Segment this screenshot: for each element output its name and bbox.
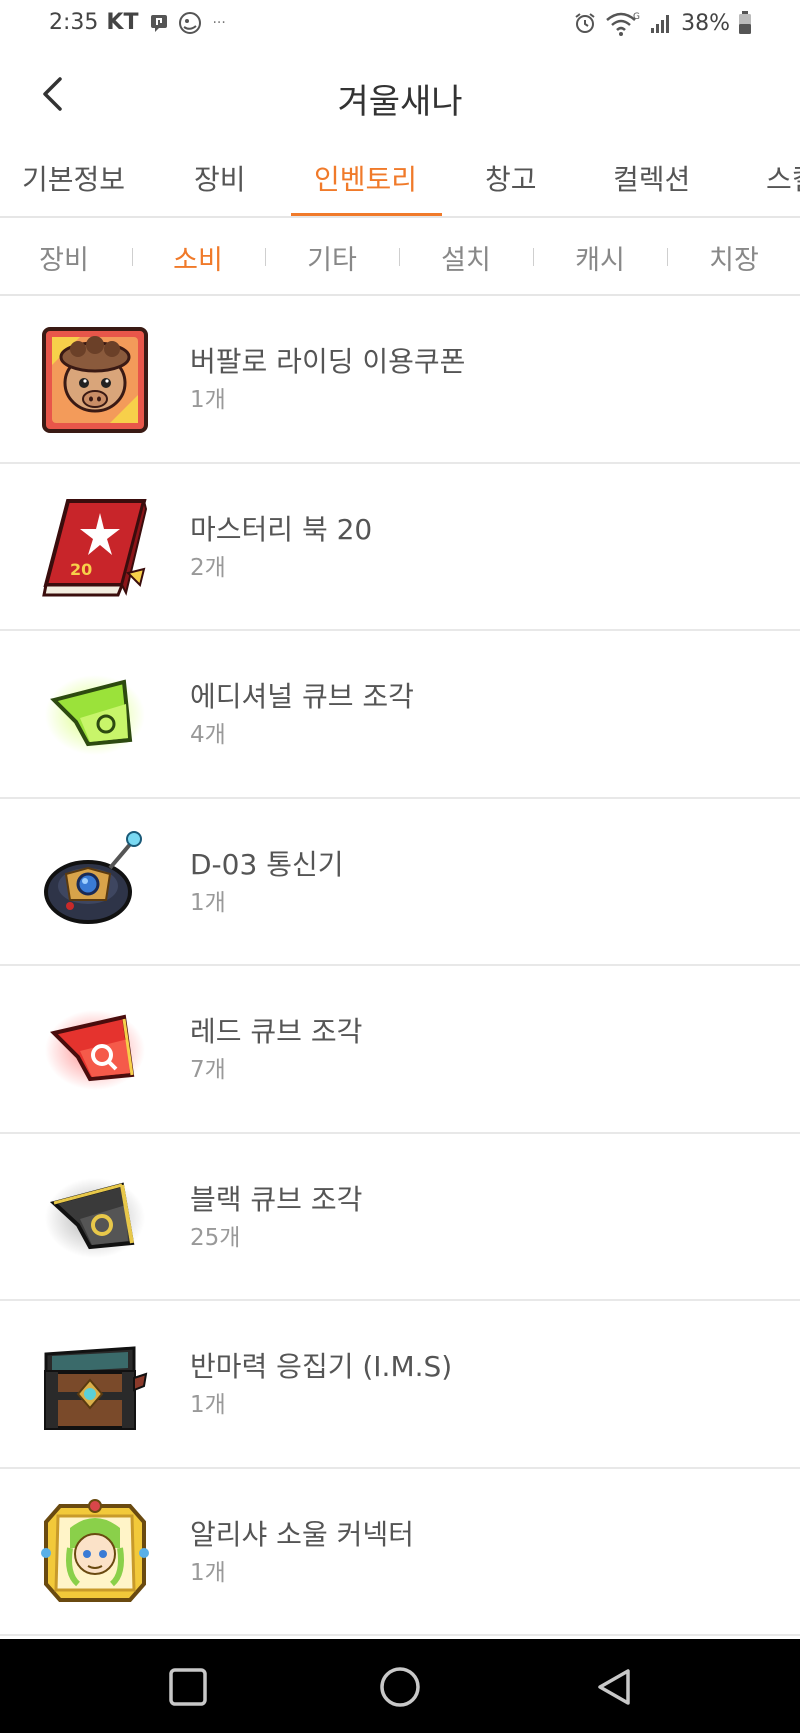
subtab-consumable[interactable]: 소비: [148, 238, 248, 277]
list-item[interactable]: 반마력 응집기 (I.M.S) 1개: [0, 1301, 800, 1469]
status-bar: 2:35 KT ··· G 38%: [0, 0, 800, 52]
mastery-book-icon: 20: [40, 493, 150, 603]
status-notification-icons: ···: [150, 11, 226, 35]
tab-inventory[interactable]: 인벤토리: [314, 158, 417, 198]
recent-apps-button[interactable]: [162, 1661, 214, 1713]
item-count: 7개: [190, 1057, 226, 1083]
app-notification-icon: [179, 11, 202, 34]
list-item[interactable]: 버팔로 라이딩 이용쿠폰 1개: [0, 296, 800, 464]
subtab-divider: [667, 248, 668, 266]
subtab-decoration[interactable]: 치장: [684, 238, 784, 277]
item-name: 알리샤 소울 커넥터: [190, 1517, 414, 1551]
home-icon: [380, 1667, 420, 1707]
list-item[interactable]: D-03 통신기 1개: [0, 799, 800, 966]
notification-icon: [151, 14, 168, 32]
app-header: 겨울새나: [0, 52, 800, 136]
recent-apps-icon: [169, 1668, 207, 1706]
communicator-icon: [40, 828, 150, 938]
subtab-install[interactable]: 설치: [416, 238, 516, 277]
item-count: 4개: [190, 722, 226, 748]
nav-back-button[interactable]: [588, 1661, 640, 1713]
subtab-equipment[interactable]: 장비: [14, 238, 114, 277]
subtab-divider: [533, 248, 534, 266]
subtab-divider: [265, 248, 266, 266]
item-name: 마스터리 북 20: [190, 512, 373, 546]
svg-text:G: G: [633, 12, 640, 22]
tab-collection[interactable]: 컬렉션: [613, 158, 690, 198]
svg-text:20: 20: [70, 560, 92, 579]
wifi-icon: G: [606, 12, 640, 36]
item-list: 버팔로 라이딩 이용쿠폰 1개 20 마스터리 북 20 2개 에디셔널 큐브 …: [0, 296, 800, 1636]
home-button[interactable]: [374, 1661, 426, 1713]
navigation-bar: [0, 1639, 800, 1733]
tab-skill[interactable]: 스킬: [766, 158, 800, 198]
item-name: 블랙 큐브 조각: [190, 1182, 363, 1216]
tab-storage[interactable]: 창고: [485, 158, 537, 198]
sub-tabs: 장비 소비 기타 설치 캐시 치장: [0, 218, 800, 296]
item-count: 1개: [190, 1559, 226, 1586]
treasure-chest-icon: [40, 1330, 150, 1440]
item-count: 25개: [190, 1224, 241, 1251]
item-count: 1개: [190, 889, 226, 916]
main-tabs: 기본정보 장비 인벤토리 창고 컬렉션 스킬: [0, 136, 800, 218]
subtab-cash[interactable]: 캐시: [550, 238, 650, 277]
alarm-icon: [575, 13, 595, 33]
back-icon: [598, 1669, 630, 1705]
signal-icon: [651, 15, 670, 33]
status-carrier: KT: [106, 10, 139, 35]
status-right: G 38%: [573, 10, 752, 36]
status-more: ···: [212, 14, 226, 31]
tab-basic-info[interactable]: 기본정보: [22, 158, 125, 198]
list-item[interactable]: 알리샤 소울 커넥터 1개: [0, 1469, 800, 1636]
item-name: D-03 통신기: [190, 847, 344, 881]
item-count: 2개: [190, 554, 226, 581]
subtab-etc[interactable]: 기타: [282, 238, 382, 277]
item-count: 1개: [190, 1392, 226, 1418]
subtab-divider: [132, 248, 133, 266]
tab-equipment[interactable]: 장비: [194, 158, 246, 198]
additional-cube-fragment-icon: [40, 660, 150, 770]
status-battery-text: 38%: [681, 10, 730, 36]
list-item[interactable]: 레드 큐브 조각 7개: [0, 966, 800, 1134]
buffalo-coupon-icon: [40, 325, 150, 435]
list-item[interactable]: 20 마스터리 북 20 2개: [0, 464, 800, 631]
soul-connector-icon: [40, 1498, 150, 1608]
status-time: 2:35: [49, 10, 99, 35]
status-left: 2:35 KT ···: [49, 10, 226, 35]
battery-icon: [739, 11, 751, 34]
list-item[interactable]: 에디셔널 큐브 조각 4개: [0, 631, 800, 799]
item-name: 버팔로 라이딩 이용쿠폰: [190, 345, 466, 378]
list-item[interactable]: 블랙 큐브 조각 25개: [0, 1134, 800, 1301]
page-title: 겨울새나: [337, 82, 463, 122]
red-cube-fragment-icon: [40, 995, 150, 1105]
black-cube-fragment-icon: [40, 1163, 150, 1273]
item-name: 레드 큐브 조각: [190, 1015, 363, 1048]
item-name: 반마력 응집기 (I.M.S): [190, 1350, 453, 1383]
subtab-divider: [399, 248, 400, 266]
item-count: 1개: [190, 387, 226, 413]
item-name: 에디셔널 큐브 조각: [190, 680, 414, 713]
